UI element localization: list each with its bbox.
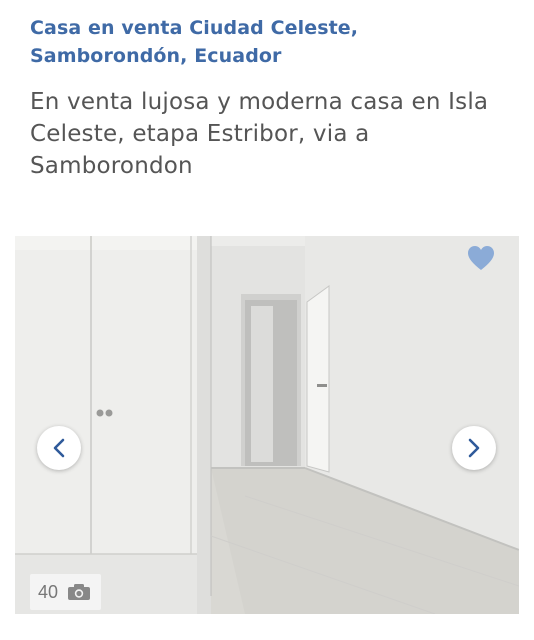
- heart-icon: [468, 246, 494, 270]
- photo-count-badge[interactable]: 40: [30, 574, 102, 610]
- listing-headline: En venta lujosa y moderna casa en Isla C…: [30, 89, 489, 179]
- previous-photo-button[interactable]: [37, 426, 81, 470]
- property-listing: Casa en venta Ciudad Celeste, Samborondó…: [0, 0, 534, 640]
- favorite-button[interactable]: [465, 242, 497, 274]
- chevron-left-icon: [53, 438, 65, 458]
- listing-location-link[interactable]: Casa en venta Ciudad Celeste, Samborondó…: [30, 14, 510, 70]
- chevron-right-icon: [468, 438, 480, 458]
- property-photo: [15, 236, 519, 614]
- next-photo-button[interactable]: [452, 426, 496, 470]
- photo-count: 40: [38, 581, 59, 602]
- photo-gallery[interactable]: 40: [15, 236, 519, 614]
- camera-icon: [67, 583, 91, 601]
